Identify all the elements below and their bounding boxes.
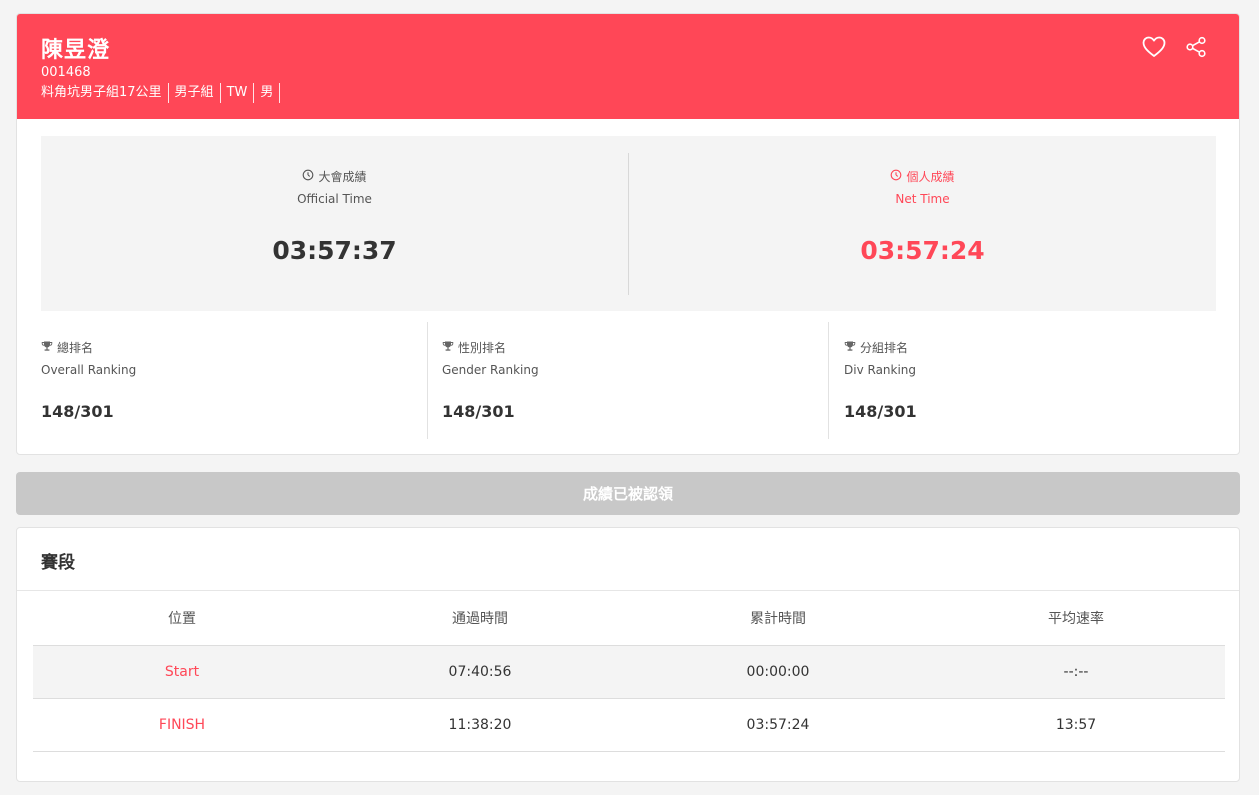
table-header-row: 位置 通過時間 累計時間 平均速率 — [33, 591, 1225, 646]
gender-ranking-label: 性別排名 — [458, 341, 507, 355]
split-pass-time: 11:38:20 — [331, 698, 629, 752]
time-panel: 大會成績 Official Time 03:57:37 個人成績 Net Tim… — [41, 136, 1216, 311]
runner-tags: 料角坑男子組17公里 男子組 TW 男 — [41, 83, 281, 103]
splits-table: 位置 通過時間 累計時間 平均速率 Start 07:40:56 00:00:0… — [33, 591, 1225, 752]
group-tag: 男子組 — [169, 83, 221, 103]
split-cumulative: 00:00:00 — [629, 645, 927, 699]
rank-divider — [828, 322, 829, 439]
country-tag: TW — [221, 83, 255, 103]
table-row: Start 07:40:56 00:00:00 --:-- — [33, 645, 1225, 699]
rank-divider — [427, 322, 428, 439]
splits-card: 賽段 位置 通過時間 累計時間 平均速率 Start 07:40:56 00:0… — [16, 527, 1240, 782]
runner-name: 陳昱澄 — [41, 38, 111, 63]
split-pass-time: 07:40:56 — [331, 645, 629, 699]
result-claimed-button[interactable]: 成績已被認領 — [16, 472, 1240, 515]
column-header-cumulative: 累計時間 — [629, 591, 927, 646]
div-ranking-label-en: Div Ranking — [844, 363, 917, 377]
gender-ranking-label-en: Gender Ranking — [442, 363, 539, 377]
result-card: 陳昱澄 001468 料角坑男子組17公里 男子組 TW 男 大會成績 Offi… — [16, 13, 1240, 455]
gender-tag: 男 — [254, 83, 281, 103]
gender-ranking-value: 148/301 — [442, 402, 515, 421]
overall-ranking-label-en: Overall Ranking — [41, 363, 137, 377]
split-location: FINISH — [33, 698, 331, 752]
div-ranking: 分組排名 Div Ranking 148/301 — [844, 322, 1230, 439]
column-header-location: 位置 — [33, 591, 331, 646]
heart-icon[interactable] — [1141, 34, 1167, 60]
trophy-icon — [41, 340, 53, 355]
overall-ranking: 總排名 Overall Ranking 148/301 — [41, 322, 427, 439]
split-location: Start — [33, 645, 331, 699]
net-time-value: 03:57:24 — [860, 236, 985, 265]
official-time-block: 大會成績 Official Time 03:57:37 — [41, 136, 628, 311]
div-ranking-value: 148/301 — [844, 402, 917, 421]
official-time-label: 大會成績 — [318, 170, 367, 184]
net-time-label: 個人成績 — [906, 170, 955, 184]
split-cumulative: 03:57:24 — [629, 698, 927, 752]
rankings-row: 總排名 Overall Ranking 148/301 性別排名 Gender … — [41, 322, 1216, 439]
overall-ranking-value: 148/301 — [41, 402, 114, 421]
split-pace: 13:57 — [927, 698, 1225, 752]
gender-ranking: 性別排名 Gender Ranking 148/301 — [442, 322, 828, 439]
bib-number: 001468 — [41, 65, 91, 80]
runner-header: 陳昱澄 001468 料角坑男子組17公里 男子組 TW 男 — [17, 14, 1239, 119]
overall-ranking-label: 總排名 — [57, 341, 94, 355]
net-time-label-en: Net Time — [895, 192, 950, 206]
share-icon[interactable] — [1183, 34, 1209, 60]
splits-title: 賽段 — [41, 553, 75, 573]
div-ranking-label: 分組排名 — [860, 341, 909, 355]
official-time-value: 03:57:37 — [272, 236, 397, 265]
official-time-label-en: Official Time — [297, 192, 372, 206]
column-header-pace: 平均速率 — [927, 591, 1225, 646]
clock-icon — [302, 169, 314, 184]
trophy-icon — [442, 340, 454, 355]
column-header-pass-time: 通過時間 — [331, 591, 629, 646]
clock-icon — [890, 169, 902, 184]
net-time-block: 個人成績 Net Time 03:57:24 — [629, 136, 1216, 311]
split-pace: --:-- — [927, 645, 1225, 699]
trophy-icon — [844, 340, 856, 355]
table-row: FINISH 11:38:20 03:57:24 13:57 — [33, 698, 1225, 752]
event-tag: 料角坑男子組17公里 — [41, 83, 169, 103]
